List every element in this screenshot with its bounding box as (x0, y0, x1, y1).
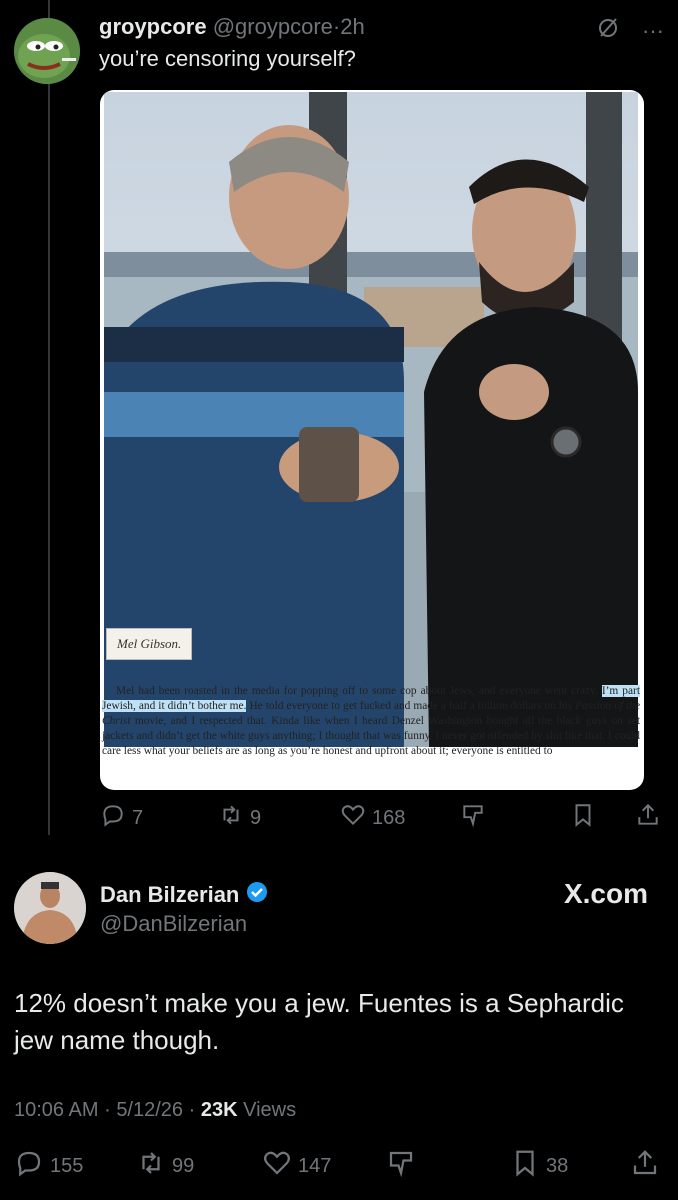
verified-badge-icon (245, 880, 269, 910)
photo-caption: Mel Gibson. (106, 628, 193, 660)
tweet-meta: 10:06 AM · 5/12/26 · 23K Views (14, 1099, 296, 1122)
reply-button[interactable]: 155 (14, 1148, 83, 1184)
timestamp[interactable]: 2h (340, 14, 364, 39)
tweet-top-actions: ··· (596, 16, 664, 46)
reply-icon (100, 802, 126, 834)
tweet-header: groypcore @groypcore·2h (99, 14, 365, 40)
grok-icon[interactable] (596, 16, 620, 46)
heart-icon (340, 802, 366, 834)
reply-count: 155 (50, 1154, 84, 1177)
share-button[interactable] (630, 1148, 660, 1184)
tweet-time[interactable]: 10:06 AM (14, 1099, 99, 1121)
more-options-icon[interactable]: ··· (642, 18, 664, 44)
bookmark-button[interactable]: 38 (510, 1148, 568, 1184)
tweet-text: you’re censoring yourself? (99, 46, 356, 71)
avatar[interactable] (14, 18, 80, 84)
reply-icon (14, 1148, 44, 1184)
repost-icon (218, 802, 244, 834)
author-handle[interactable]: @groypcore (213, 14, 333, 39)
repost-button[interactable]: 9 (218, 800, 261, 836)
book-text-part: Mel had been roasted in the media for po… (116, 685, 598, 697)
avatar[interactable] (14, 872, 86, 944)
thread-connector-line (48, 0, 50, 835)
reply-button[interactable]: 7 (100, 800, 143, 836)
tweet-media-image[interactable]: Mel Gibson. Mel had been roasted in the … (100, 90, 644, 790)
book-excerpt: Mel had been roasted in the media for po… (102, 684, 640, 759)
share-button[interactable] (635, 800, 661, 836)
tweet-actions: 155 99 147 38 (14, 1148, 664, 1184)
repost-icon (136, 1148, 166, 1184)
author-handle[interactable]: @DanBilzerian (100, 911, 247, 937)
tweet-text: 12% doesn’t make you a jew. Fuentes is a… (14, 988, 624, 1055)
separator: · (188, 1099, 196, 1121)
book-text-part: He told everyone to get fucked and made … (249, 700, 573, 712)
reply-count: 7 (132, 806, 144, 829)
separator: · (104, 1099, 111, 1121)
tweet-actions: 7 9 168 (100, 800, 660, 836)
heart-icon (262, 1148, 292, 1184)
share-icon (630, 1148, 660, 1184)
tweet-date[interactable]: 5/12/26 (116, 1099, 183, 1121)
repost-count: 9 (250, 806, 262, 829)
repost-count: 99 (172, 1154, 195, 1177)
watermark: X.com (563, 878, 648, 909)
analytics-icon (386, 1148, 416, 1184)
author-name-row: Dan Bilzerian (100, 880, 269, 910)
like-button[interactable]: 168 (340, 800, 405, 836)
like-count: 147 (298, 1154, 332, 1177)
book-text-part: movie, and I respected that. Kinda like … (102, 715, 640, 757)
views-label: Views (243, 1099, 297, 1121)
author-name[interactable]: Dan Bilzerian (100, 882, 239, 908)
share-icon (635, 802, 661, 834)
like-count: 168 (372, 806, 406, 829)
bookmark-button[interactable] (570, 800, 596, 836)
analytics-button[interactable] (386, 1148, 416, 1184)
analytics-icon (460, 802, 486, 834)
repost-button[interactable]: 99 (136, 1148, 194, 1184)
bookmark-count: 38 (546, 1154, 569, 1177)
like-button[interactable]: 147 (262, 1148, 331, 1184)
author-name[interactable]: groypcore (99, 14, 207, 39)
views-count: 23K (200, 1099, 238, 1121)
bookmark-icon (510, 1148, 540, 1184)
bookmark-icon (570, 802, 596, 834)
analytics-button[interactable] (460, 800, 486, 836)
